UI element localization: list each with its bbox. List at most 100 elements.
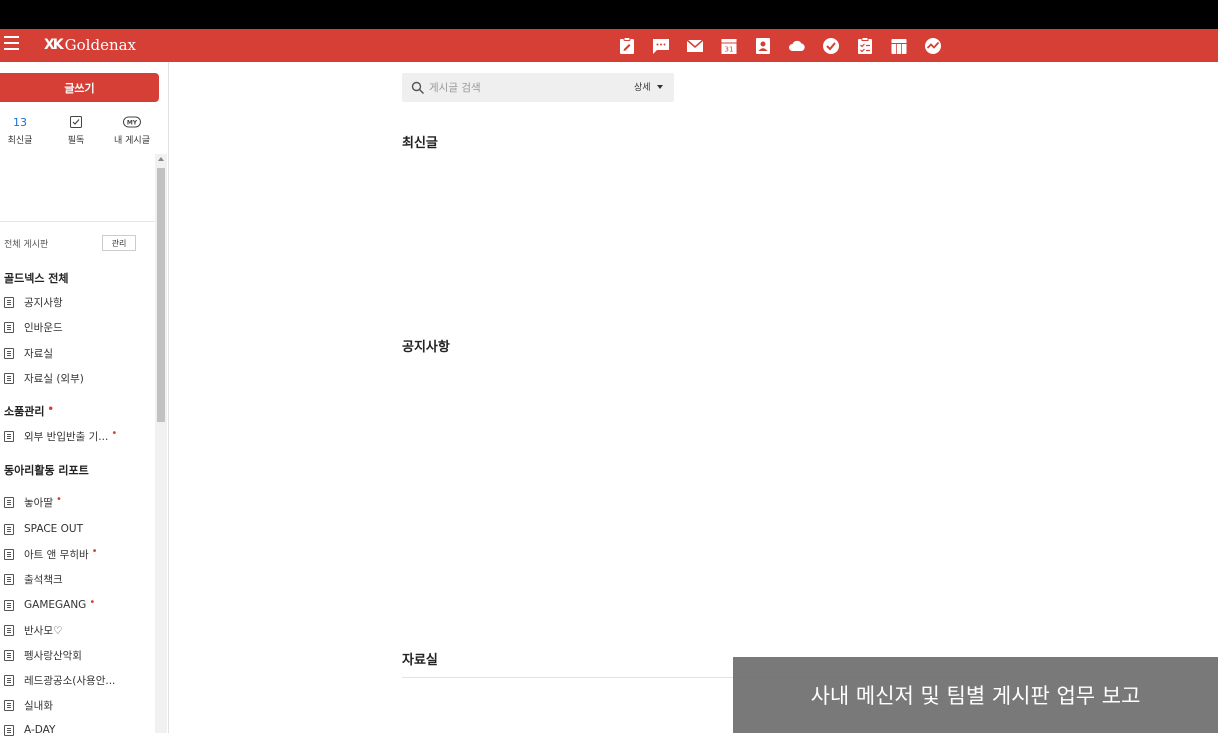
board-item-label: 외부 반입반출 기... [24, 430, 109, 443]
board-item[interactable]: 반사모♡ [4, 621, 62, 639]
write-button[interactable]: 글쓰기 [0, 73, 159, 102]
board-item[interactable]: 자료실 [4, 344, 53, 362]
document-icon [4, 624, 14, 636]
report-icon[interactable] [916, 29, 950, 62]
manage-button[interactable]: 관리 [102, 235, 136, 251]
document-icon [4, 649, 14, 661]
board-item-label: 레드광공소(사용안... [24, 674, 116, 687]
group-title[interactable]: 골드넥스 전체 [4, 270, 69, 286]
mail-icon[interactable] [678, 29, 712, 62]
scrollbar-thumb[interactable] [157, 168, 165, 422]
recent-label: 최신글 [7, 136, 33, 146]
document-icon [4, 496, 14, 508]
board-item-label: 공지사항 [24, 296, 63, 309]
my-badge-text: MY [127, 120, 138, 127]
my-badge-icon: MY [104, 114, 160, 130]
board-item-label: GAMEGANG [24, 599, 87, 611]
checkbox-icon [48, 114, 104, 130]
board-item-label: SPACE OUT [24, 523, 83, 535]
board-item-label: A-DAY [24, 724, 56, 736]
board-item[interactable]: 자료실 (외부) [4, 369, 84, 387]
new-dot: • [91, 545, 98, 557]
quick-recent[interactable]: 13 최신글 [0, 114, 48, 147]
all-boards-label: 전체 게시판 [4, 240, 49, 250]
calendar-day: 31 [725, 45, 734, 53]
board-item[interactable]: 공지사항 [4, 293, 63, 311]
search-box: 상세 [402, 73, 674, 102]
document-icon [4, 321, 14, 333]
cloud-icon[interactable] [780, 29, 814, 62]
detail-search-button[interactable]: 상세 [634, 80, 663, 93]
calendar-icon[interactable]: 31 [712, 29, 746, 62]
my-posts-label: 내 게시글 [114, 136, 150, 146]
document-icon [4, 674, 14, 686]
top-black-strip [0, 0, 1218, 29]
logo-mark: XK [44, 37, 64, 53]
sidebar: 글쓰기 13 최신글 필독 MY 내 게시글 전체 게시판 관리 골드넥스 전체… [0, 62, 169, 736]
board-item[interactable]: 출석책크 [4, 570, 63, 588]
board-item-label: 출석책크 [24, 573, 63, 586]
contacts-icon[interactable] [746, 29, 780, 62]
board-item[interactable]: 인바운드 [4, 318, 63, 336]
document-icon [4, 548, 14, 560]
caret-down-icon [656, 84, 663, 89]
group-title[interactable]: 소품관리 • [4, 403, 54, 419]
quick-my-posts[interactable]: MY 내 게시글 [104, 114, 160, 146]
board-item[interactable]: 펭사랑산악회 [4, 646, 82, 664]
mustread-label: 필독 [67, 136, 85, 146]
section-title-archive[interactable]: 자료실 [402, 649, 438, 668]
new-dot: • [47, 404, 54, 415]
app-header: XK Goldenax 31 [0, 29, 1218, 62]
board-item[interactable]: SPACE OUT [4, 520, 83, 538]
approval-icon[interactable] [848, 29, 882, 62]
board-item-label: 인바운드 [24, 321, 63, 334]
new-dot: • [89, 596, 96, 608]
schedule-icon[interactable] [882, 29, 916, 62]
board-item-label: 아트 앤 무히바 [24, 548, 89, 561]
board-item[interactable]: 외부 반입반출 기... • [4, 427, 117, 445]
new-dot: • [55, 493, 62, 505]
board-item[interactable]: 레드광공소(사용안... [4, 671, 115, 689]
messenger-icon[interactable] [644, 29, 678, 62]
app-switcher: 31 [610, 29, 950, 62]
board-icon[interactable] [610, 29, 644, 62]
board-item-label: 실내화 [24, 699, 53, 712]
section-title-recent[interactable]: 최신글 [402, 132, 438, 151]
document-icon [4, 296, 14, 308]
sidebar-scrollbar[interactable] [155, 154, 167, 733]
scroll-up-arrow-icon[interactable] [158, 157, 164, 161]
quick-mustread[interactable]: 필독 [48, 114, 104, 146]
document-icon [4, 523, 14, 535]
logo[interactable]: XK Goldenax [44, 34, 136, 56]
caption-overlay: 사내 메신저 및 팀별 게시판 업무 보고 [733, 657, 1218, 733]
document-icon [4, 699, 14, 711]
board-item-label: 반사모♡ [24, 624, 63, 637]
board-item-label: 자료실 (외부) [24, 372, 84, 385]
document-icon [4, 599, 14, 611]
document-icon [4, 573, 14, 585]
board-item-label: 자료실 [24, 347, 53, 360]
board-item-label: 놓아딸 [24, 496, 53, 509]
board-item[interactable]: A-DAY [4, 721, 55, 739]
sidebar-divider [0, 221, 155, 222]
board-item[interactable]: 놓아딸 • [4, 493, 62, 511]
detail-label: 상세 [634, 83, 651, 93]
board-item-label: 펭사랑산악회 [24, 649, 82, 662]
search-input[interactable] [429, 78, 619, 97]
todo-icon[interactable] [814, 29, 848, 62]
document-icon [4, 347, 14, 359]
document-icon [4, 372, 14, 384]
group-title-label: 소품관리 [4, 405, 45, 418]
search-icon[interactable] [411, 80, 425, 95]
section-title-notice[interactable]: 공지사항 [402, 336, 450, 355]
new-dot: • [111, 427, 118, 439]
board-item[interactable]: GAMEGANG • [4, 596, 95, 614]
board-item[interactable]: 실내화 [4, 696, 53, 714]
document-icon [4, 724, 14, 736]
group-title[interactable]: 동아리활동 리포트 [4, 462, 89, 478]
logo-text: Goldenax [64, 36, 137, 54]
recent-count: 13 [13, 115, 27, 129]
menu-icon[interactable] [4, 36, 19, 50]
board-item[interactable]: 아트 앤 무히바 • [4, 545, 98, 563]
document-icon [4, 430, 14, 442]
